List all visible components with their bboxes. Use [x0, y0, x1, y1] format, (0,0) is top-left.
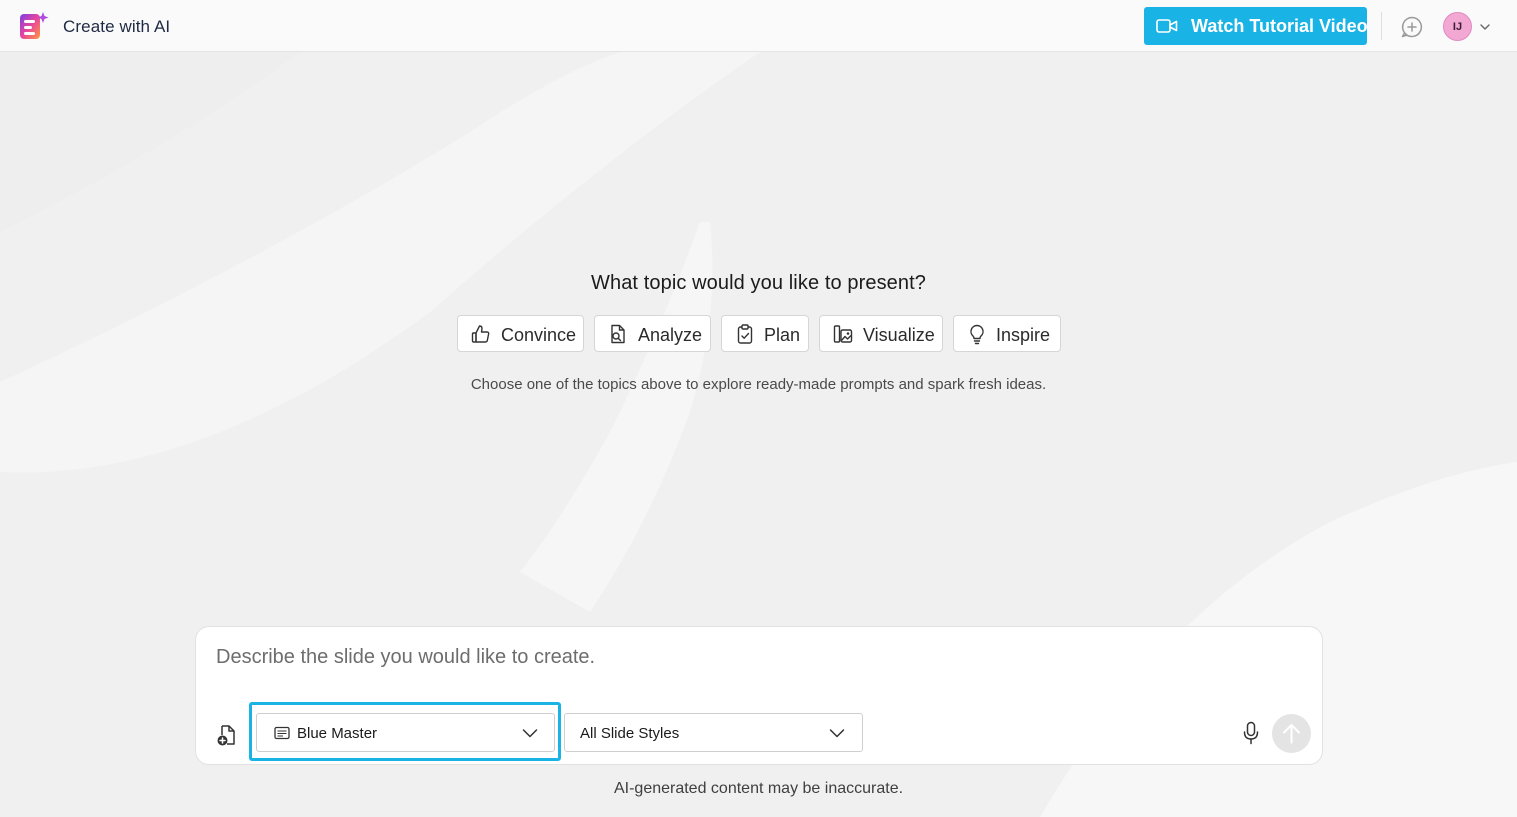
watch-tutorial-video-button[interactable]: Watch Tutorial Video: [1144, 7, 1368, 45]
slide-styles-select-value: All Slide Styles: [580, 725, 680, 742]
topic-chip-visualize[interactable]: Visualize: [819, 315, 943, 352]
image-grid-icon: [833, 325, 853, 343]
video-camera-icon: [1156, 19, 1178, 33]
app-title: Create with AI: [63, 17, 171, 36]
ai-disclaimer: AI-generated content may be inaccurate.: [613, 780, 904, 797]
send-button[interactable]: [1272, 714, 1311, 753]
topic-chip-label: Inspire: [996, 325, 1051, 345]
chevron-down-icon: [522, 729, 538, 738]
topic-chip-label: Plan: [764, 325, 801, 345]
topic-chip-inspire[interactable]: Inspire: [953, 315, 1061, 352]
top-bar: Create with AI Watch Tutorial Video IJ: [0, 0, 1517, 52]
chevron-down-icon[interactable]: [1479, 22, 1491, 32]
template-select-value: Blue Master: [297, 725, 378, 742]
topic-chip-label: Analyze: [638, 325, 703, 345]
document-search-icon: [611, 324, 625, 344]
attach-file-icon[interactable]: [216, 723, 238, 747]
topic-chip-label: Convince: [501, 325, 577, 345]
header-divider: [1381, 12, 1382, 40]
topic-chip-label: Visualize: [863, 325, 935, 345]
chevron-down-icon: [829, 729, 845, 738]
clipboard-check-icon: [737, 324, 753, 344]
new-chat-icon[interactable]: [1400, 15, 1424, 39]
watch-tutorial-video-label: Watch Tutorial Video: [1191, 16, 1368, 36]
prompt-composer: Blue Master All Slide Styles: [195, 626, 1323, 765]
slide-styles-select[interactable]: All Slide Styles: [564, 713, 863, 752]
arrow-up-icon: [1283, 724, 1300, 744]
prompt-title: What topic would you like to present?: [591, 272, 926, 294]
lightbulb-icon: [970, 324, 984, 345]
slide-description-input[interactable]: [216, 643, 1296, 671]
topic-chip-plan[interactable]: Plan: [721, 315, 809, 352]
thumbs-up-icon: [471, 325, 490, 343]
slide-template-icon: [274, 726, 290, 740]
topic-chip-convince[interactable]: Convince: [457, 315, 584, 352]
topics-hint: Choose one of the topics above to explor…: [470, 376, 1047, 393]
microphone-icon[interactable]: [1242, 721, 1260, 745]
topic-chip-analyze[interactable]: Analyze: [594, 315, 711, 352]
create-with-ai-logo-icon: [20, 12, 49, 39]
user-avatar[interactable]: IJ: [1443, 12, 1472, 41]
template-select[interactable]: Blue Master: [256, 713, 555, 752]
